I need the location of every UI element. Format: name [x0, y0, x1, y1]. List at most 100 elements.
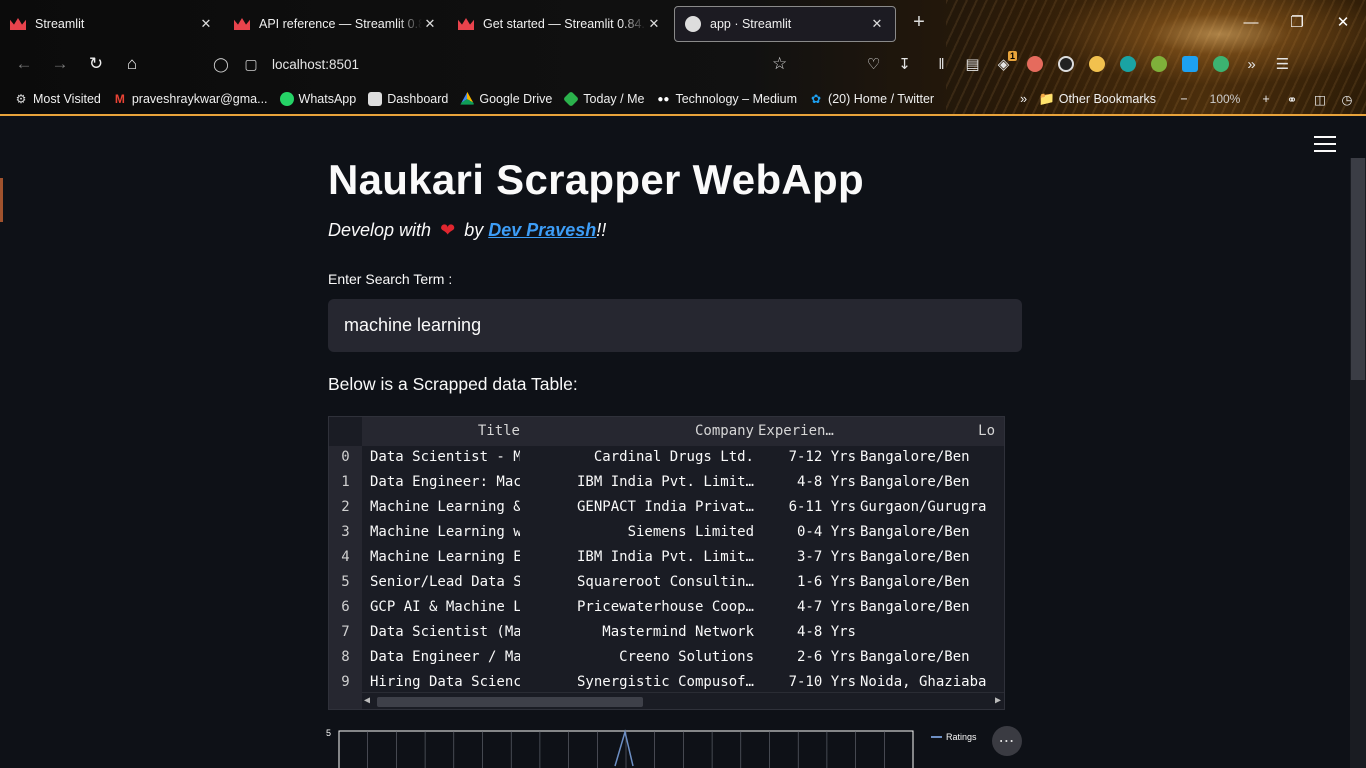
url-bar[interactable]: ◯ ▢ localhost:8501 ☆ — [206, 50, 806, 78]
bookmark-twitter[interactable]: ✿ (20) Home / Twitter — [803, 92, 940, 106]
table-cell-company[interactable]: Pricewaterhouse Coop… — [524, 595, 754, 620]
table-cell-experience[interactable]: 4-7 Yrs — [758, 595, 856, 620]
extension-icon[interactable] — [1081, 49, 1112, 79]
bookmark-star-icon[interactable]: ☆ — [772, 54, 787, 74]
bookmark-today-me[interactable]: Today / Me — [558, 91, 650, 107]
tab-streamlit[interactable]: Streamlit ✕ — [0, 6, 224, 42]
table-cell-location[interactable] — [860, 620, 1004, 645]
more-options-button[interactable]: ⋯ — [992, 726, 1022, 756]
table-cell-experience[interactable]: 1-6 Yrs — [758, 570, 856, 595]
minimize-button[interactable]: — — [1228, 0, 1274, 44]
close-window-button[interactable]: ✕ — [1320, 0, 1366, 44]
dataframe[interactable]: ◀ ▶ Title Company Experien… Lo 0 Data Scienti… — [328, 416, 1005, 710]
shield-icon[interactable]: ◯ — [206, 56, 236, 73]
bookmark-medium[interactable]: ●● Technology – Medium — [650, 92, 803, 106]
tab-api-reference[interactable]: API reference — Streamlit 0.84.1 d ✕ — [224, 6, 448, 42]
table-cell-company[interactable]: Mastermind Network — [524, 620, 754, 645]
table-cell-location[interactable]: Bangalore/Ben — [860, 445, 1004, 470]
table-cell-title[interactable]: Data Engineer: Machi… — [370, 470, 520, 495]
table-cell-experience[interactable]: 6-11 Yrs — [758, 495, 856, 520]
table-cell-title[interactable]: Data Scientist (Mach… — [370, 620, 520, 645]
more-tools-icon[interactable]: » — [1236, 49, 1267, 79]
restore-button[interactable]: ❐ — [1274, 0, 1320, 44]
bookmark-dashboard[interactable]: Dashboard — [362, 92, 454, 106]
column-header[interactable]: Company — [524, 419, 754, 444]
scroll-right-icon[interactable]: ▶ — [995, 693, 1001, 709]
page-scrollbar[interactable] — [1350, 158, 1366, 768]
table-cell-title[interactable]: Machine Learning & A… — [370, 495, 520, 520]
table-cell-experience[interactable]: 2-6 Yrs — [758, 645, 856, 670]
table-cell-experience[interactable]: 3-7 Yrs — [758, 545, 856, 570]
bookmark-whatsapp[interactable]: WhatsApp — [274, 92, 363, 106]
table-cell-title[interactable]: GCP AI & Machine Lea… — [370, 595, 520, 620]
table-cell-location[interactable]: Bangalore/Ben — [860, 545, 1004, 570]
library-icon[interactable]: ‖ — [926, 49, 957, 79]
downloads-icon[interactable]: ↧ — [889, 49, 920, 79]
other-bookmarks[interactable]: Other Bookmarks — [1059, 92, 1156, 106]
table-cell-location[interactable]: Bangalore/Ben — [860, 645, 1004, 670]
url-text[interactable]: localhost:8501 — [272, 57, 359, 72]
screenshot-icon[interactable]: ◫ — [1308, 92, 1332, 107]
extension-icon[interactable] — [1205, 49, 1236, 79]
table-cell-company[interactable]: Synergistic Compusof… — [524, 670, 754, 695]
author-link[interactable]: Dev Pravesh — [488, 220, 596, 240]
table-cell-experience[interactable]: 4-8 Yrs — [758, 620, 856, 645]
column-header[interactable]: Lo — [860, 419, 995, 444]
forward-button[interactable]: → — [42, 48, 78, 80]
table-cell-location[interactable]: Bangalore/Ben — [860, 595, 1004, 620]
extension-icon[interactable] — [1050, 49, 1081, 79]
column-header[interactable]: Experien… — [758, 419, 856, 444]
table-cell-location[interactable]: Bangalore/Ben — [860, 520, 1004, 545]
table-cell-location[interactable]: Bangalore/Ben — [860, 570, 1004, 595]
table-cell-title[interactable]: Machine Learning wit… — [370, 520, 520, 545]
extension-icon[interactable] — [1174, 49, 1205, 79]
table-cell-title[interactable]: Data Engineer / Mach… — [370, 645, 520, 670]
home-button[interactable]: ⌂ — [114, 48, 150, 80]
pocket-icon[interactable]: ♡ — [858, 49, 889, 79]
menu-icon[interactable]: ☰ — [1267, 49, 1298, 79]
bookmark-google-drive[interactable]: Google Drive — [454, 92, 558, 106]
table-cell-experience[interactable]: 7-10 Yrs — [758, 670, 856, 695]
table-cell-company[interactable]: IBM India Pvt. Limit… — [524, 470, 754, 495]
table-cell-title[interactable]: Data Scientist - Mac… — [370, 445, 520, 470]
table-cell-title[interactable]: Machine Learning Eng… — [370, 545, 520, 570]
tab-get-started[interactable]: Get started — Streamlit 0.84.1 d ✕ — [448, 6, 672, 42]
zoom-level[interactable]: 100% — [1198, 92, 1252, 106]
table-cell-experience[interactable]: 4-8 Yrs — [758, 470, 856, 495]
sidebar-collapse-indicator[interactable] — [0, 178, 3, 222]
table-cell-company[interactable]: Squareroot Consultin… — [524, 570, 754, 595]
zoom-in-button[interactable]: + — [1256, 92, 1276, 106]
extension-icon[interactable] — [1019, 49, 1050, 79]
bookmarks-overflow-icon[interactable]: » — [1013, 92, 1035, 106]
bookmark-gmail[interactable]: Mpraveshraykwar@gma... — [107, 92, 274, 106]
close-icon[interactable]: ✕ — [198, 16, 214, 32]
table-cell-location[interactable]: Noida, Ghaziaba — [860, 670, 1004, 695]
scroll-left-icon[interactable]: ◀ — [364, 693, 370, 709]
main-menu-button[interactable] — [1314, 136, 1336, 154]
close-icon[interactable]: ✕ — [869, 16, 885, 32]
new-tab-button[interactable]: + — [904, 11, 934, 34]
back-button[interactable]: ← — [6, 48, 42, 80]
close-icon[interactable]: ✕ — [422, 16, 438, 32]
search-input[interactable] — [328, 299, 1022, 352]
close-icon[interactable]: ✕ — [646, 16, 662, 32]
table-cell-company[interactable]: GENPACT India Privat… — [524, 495, 754, 520]
dataframe-scrollbar-thumb[interactable] — [377, 697, 643, 707]
extension-icon[interactable] — [1112, 49, 1143, 79]
reload-button[interactable]: ↻ — [78, 48, 114, 80]
table-cell-company[interactable]: Creeno Solutions — [524, 645, 754, 670]
table-cell-title[interactable]: Senior/Lead Data Sci… — [370, 570, 520, 595]
extension-icon[interactable] — [1143, 49, 1174, 79]
mask-icon[interactable]: ⚭ — [1280, 92, 1304, 107]
table-cell-location[interactable]: Gurgaon/Gurugra — [860, 495, 1004, 520]
column-header[interactable]: Title — [370, 419, 520, 444]
sidebar-icon[interactable]: ▤ — [957, 49, 988, 79]
table-cell-company[interactable]: Siemens Limited — [524, 520, 754, 545]
table-cell-company[interactable]: Cardinal Drugs Ltd. — [524, 445, 754, 470]
table-cell-company[interactable]: IBM India Pvt. Limit… — [524, 545, 754, 570]
history-icon[interactable]: ◷ — [1336, 92, 1358, 107]
table-cell-title[interactable]: Hiring Data Science/… — [370, 670, 520, 695]
table-cell-experience[interactable]: 7-12 Yrs — [758, 445, 856, 470]
page-scrollbar-thumb[interactable] — [1351, 158, 1365, 380]
tab-app-streamlit[interactable]: app · Streamlit ✕ — [674, 6, 896, 42]
